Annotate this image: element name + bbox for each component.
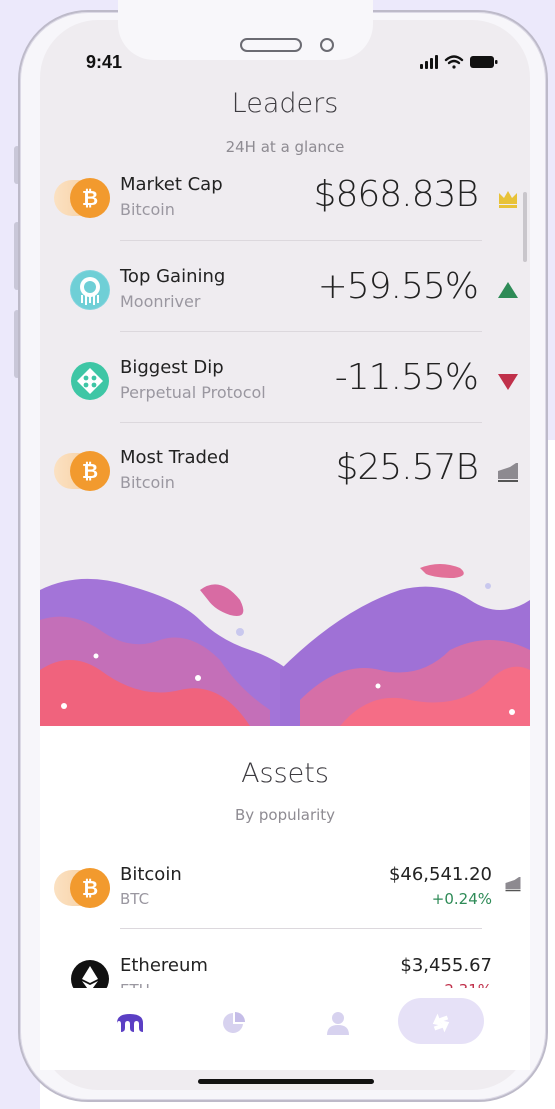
decorative-waves — [40, 564, 530, 726]
battery-icon — [470, 56, 498, 68]
bitcoin-icon: ₿ — [70, 178, 110, 218]
crown-icon — [499, 191, 517, 208]
divider — [120, 331, 482, 332]
bitcoin-icon: ₿ — [70, 868, 110, 908]
asset-price: $3,455.67 — [400, 955, 492, 976]
asset-price: $46,541.20 — [388, 864, 492, 885]
leader-row-biggest-dip[interactable]: Biggest Dip Perpetual Protocol -11.55% — [54, 353, 524, 443]
leader-value: $25.57B — [335, 447, 479, 488]
leader-asset: Bitcoin — [120, 200, 175, 219]
leader-asset: Perpetual Protocol — [120, 383, 266, 402]
status-icons — [420, 55, 498, 69]
kraken-logo-icon — [117, 1014, 143, 1032]
tab-portfolio[interactable] — [216, 1008, 252, 1038]
leader-row-top-gaining[interactable]: Top Gaining Moonriver +59.55% — [54, 262, 524, 352]
asset-symbol: BTC — [120, 890, 150, 908]
leader-row-most-traded[interactable]: ₿ Most Traded Bitcoin $25.57B — [54, 443, 524, 533]
triangle-down-icon — [498, 374, 518, 390]
swap-arrows-icon — [432, 1013, 450, 1033]
bitcoin-icon: ₿ — [70, 451, 110, 491]
tab-trade[interactable] — [423, 1008, 459, 1038]
leaders-subtitle: 24H at a glance — [225, 138, 345, 156]
asset-name: Bitcoin — [120, 864, 182, 885]
volume-chart-icon — [505, 877, 521, 892]
asset-name: Ethereum — [120, 955, 208, 976]
leader-value: -11.55% — [334, 357, 479, 398]
scrollbar[interactable] — [523, 192, 527, 262]
perpetual-protocol-icon — [71, 362, 109, 400]
leader-label: Market Cap — [120, 174, 223, 195]
divider — [120, 422, 482, 423]
divider — [120, 240, 482, 241]
tab-markets[interactable] — [112, 1008, 148, 1038]
triangle-up-icon — [498, 282, 518, 298]
leaders-title: Leaders — [231, 88, 339, 119]
user-icon — [327, 1012, 349, 1035]
assets-subtitle: By popularity — [234, 806, 336, 824]
status-time: 9:41 — [86, 52, 123, 72]
home-indicator[interactable] — [198, 1079, 374, 1084]
leader-asset: Moonriver — [120, 292, 201, 311]
divider — [120, 928, 482, 929]
speaker — [240, 38, 302, 52]
leader-asset: Bitcoin — [120, 473, 175, 492]
signal-icon — [420, 55, 438, 69]
leader-value: +59.55% — [317, 266, 479, 307]
pie-chart-icon — [223, 1012, 245, 1033]
wifi-icon — [444, 55, 464, 69]
tab-account[interactable] — [320, 1008, 356, 1038]
leader-label: Most Traded — [120, 447, 230, 468]
front-camera — [320, 38, 334, 52]
leader-label: Top Gaining — [120, 266, 226, 287]
volume-chart-icon — [498, 463, 518, 482]
asset-change: +0.24% — [431, 890, 492, 908]
moonriver-icon — [70, 270, 110, 310]
leader-label: Biggest Dip — [120, 357, 224, 378]
leader-row-market-cap[interactable]: ₿ Market Cap Bitcoin $868.83B — [54, 170, 524, 260]
assets-title: Assets — [241, 758, 329, 789]
leader-value: $868.83B — [313, 174, 479, 215]
